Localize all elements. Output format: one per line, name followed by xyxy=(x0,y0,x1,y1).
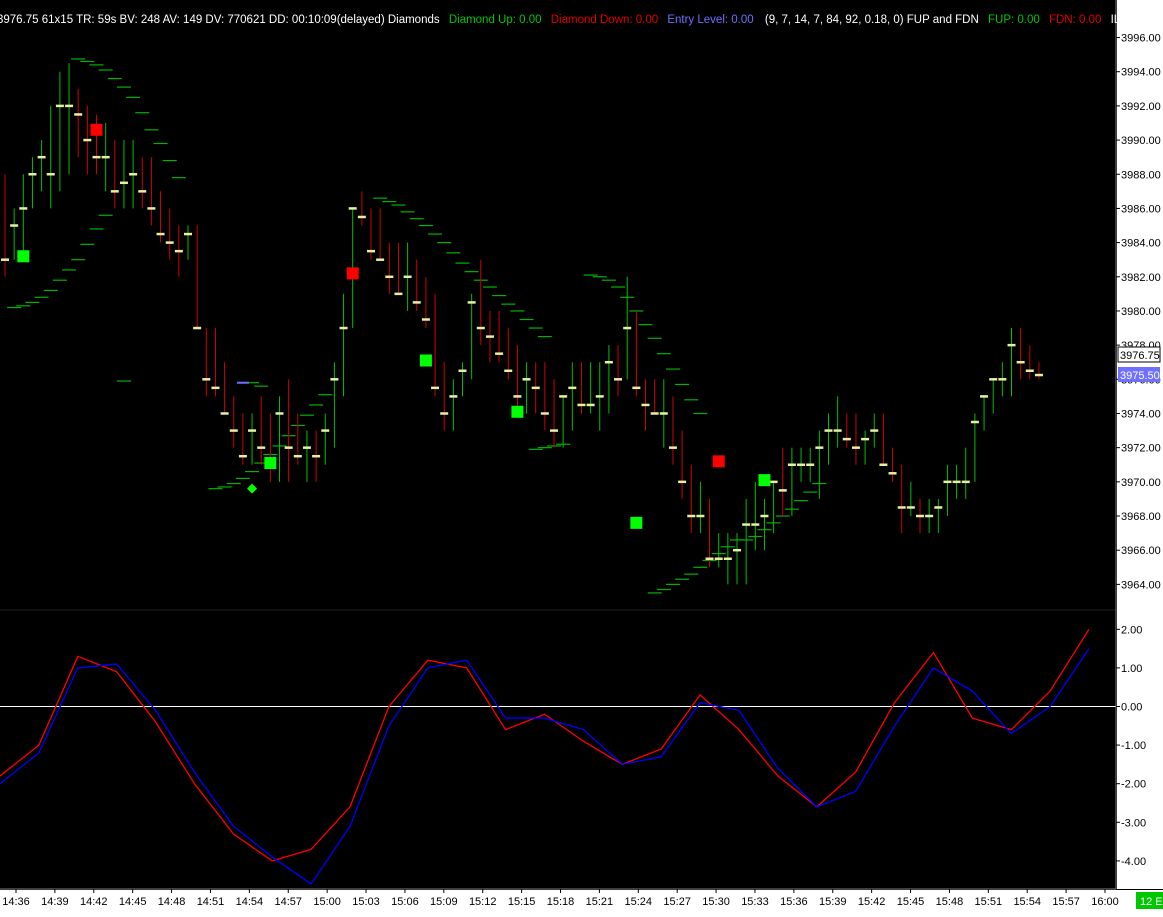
time-tick-label: 15:09 xyxy=(430,896,458,908)
price-tick-label: 3972.00 xyxy=(1121,443,1161,455)
diamond-down-marker[interactable] xyxy=(712,455,725,468)
osc-tick-label: 0.00 xyxy=(1121,702,1142,714)
time-tick-label: 15:48 xyxy=(936,896,964,908)
osc-tick-label: 1.00 xyxy=(1121,663,1142,675)
time-tick-label: 15:06 xyxy=(391,896,419,908)
price-axis[interactable]: 3996.00 3994.00 3992.00 3990.00 3988.00 3986.… xyxy=(1115,0,1163,889)
header-entry-level: Entry Level: 0.00 xyxy=(667,14,753,26)
price-tick-label: 3988.00 xyxy=(1121,169,1161,181)
chart-background xyxy=(0,0,1163,917)
time-tick-label: 15:12 xyxy=(469,896,497,908)
time-tick-label: 14:42 xyxy=(80,896,108,908)
time-tick-label: 14:54 xyxy=(236,896,264,908)
header-diamond-down: Diamond Down: 0.00 xyxy=(551,14,658,26)
time-tick-label: 14:36 xyxy=(2,896,30,908)
osc-tick-label: 2.00 xyxy=(1121,624,1142,636)
header-ilm-cross: ILM Cross xyxy=(1111,14,1163,26)
time-tick-label: 15:39 xyxy=(819,896,847,908)
price-tick-label: 3964.00 xyxy=(1121,579,1161,591)
price-tick-label: 3980.00 xyxy=(1121,306,1161,318)
time-tick-label: 15:03 xyxy=(352,896,380,908)
time-tick-label: 15:27 xyxy=(663,896,691,908)
price-tick-label: 3966.00 xyxy=(1121,545,1161,557)
time-tick-label: 15:30 xyxy=(702,896,730,908)
osc-tick-label: -1.00 xyxy=(1121,740,1146,752)
last-price-tag: 3976.75 xyxy=(1117,346,1161,363)
price-tick-label: 3970.00 xyxy=(1121,477,1161,489)
diamond-down-marker[interactable] xyxy=(90,123,103,136)
diamond-up-marker[interactable] xyxy=(419,354,432,367)
header-fup: FUP: 0.00 xyxy=(988,14,1040,26)
price-tick-label: 3982.00 xyxy=(1121,272,1161,284)
time-tick-label: 14:39 xyxy=(41,896,69,908)
price-tick-label: 3994.00 xyxy=(1121,67,1161,79)
time-tick-label: 15:33 xyxy=(741,896,769,908)
last-price-tag-text: 3976.75 xyxy=(1120,350,1160,362)
time-tick-label: 14:48 xyxy=(158,896,186,908)
osc-tick-label: -3.00 xyxy=(1121,817,1146,829)
osc-tick-label: -2.00 xyxy=(1121,779,1146,791)
entry-price-tag-text: 3975.50 xyxy=(1120,370,1160,382)
time-tick-label: 15:24 xyxy=(625,896,653,908)
time-tick-label: 15:15 xyxy=(508,896,536,908)
time-axis[interactable]: 14:36 14:39 14:42 14:45 14:48 14:51 14:54 14:57… xyxy=(0,888,1163,917)
diamond-up-marker[interactable] xyxy=(511,405,524,418)
time-tick-label: 15:57 xyxy=(1052,896,1080,908)
time-tick-label: 15:00 xyxy=(313,896,341,908)
price-tick-label: 3996.00 xyxy=(1121,33,1161,45)
time-tick-label: 15:18 xyxy=(547,896,575,908)
price-tick-label: 3968.00 xyxy=(1121,511,1161,523)
diamond-up-marker[interactable] xyxy=(17,250,30,263)
diamond-down-marker[interactable] xyxy=(346,267,359,280)
time-tick-label: 14:45 xyxy=(119,896,147,908)
price-tick-label: 3974.00 xyxy=(1121,408,1161,420)
time-tick-label: 15:45 xyxy=(897,896,925,908)
price-tick-label: 3984.00 xyxy=(1121,238,1161,250)
time-tick-label: 15:36 xyxy=(780,896,808,908)
time-tick-label: 16:00 xyxy=(1091,896,1119,908)
header-info: 3976.75 61x15 TR: 59s BV: 248 AV: 149 DV… xyxy=(0,14,440,26)
header-parameters: (9, 7, 14, 7, 84, 92, 0.18, 0) FUP and F… xyxy=(765,14,979,26)
osc-tick-label: -4.00 xyxy=(1121,856,1146,868)
time-tick-label: 15:42 xyxy=(858,896,886,908)
time-tick-label: 15:51 xyxy=(975,896,1003,908)
time-tick-label: 14:57 xyxy=(274,896,302,908)
entry-price-tag: 3975.50 xyxy=(1118,367,1160,382)
study-header: 3976.75 61x15 TR: 59s BV: 248 AV: 149 DV… xyxy=(0,14,1163,26)
price-tick-label: 3990.00 xyxy=(1121,135,1161,147)
time-tick-label: 15:54 xyxy=(1013,896,1041,908)
price-tick-label: 3992.00 xyxy=(1121,101,1161,113)
time-tick-label: 15:21 xyxy=(586,896,614,908)
diamond-up-marker[interactable] xyxy=(630,516,643,529)
time-tick-label: 14:51 xyxy=(197,896,225,908)
corner-tag-text: 12 E xyxy=(1140,896,1163,908)
diamond-up-marker[interactable] xyxy=(758,474,771,487)
corner-tag[interactable]: 12 E xyxy=(1136,892,1163,909)
diamond-up-marker[interactable] xyxy=(264,457,277,470)
price-tick-label: 3986.00 xyxy=(1121,203,1161,215)
header-diamond-up: Diamond Up: 0.00 xyxy=(449,14,542,26)
header-fdn: FDN: 0.00 xyxy=(1049,14,1101,26)
chart-canvas: 3996.00 3994.00 3992.00 3990.00 3988.00 3986.… xyxy=(0,0,1163,917)
